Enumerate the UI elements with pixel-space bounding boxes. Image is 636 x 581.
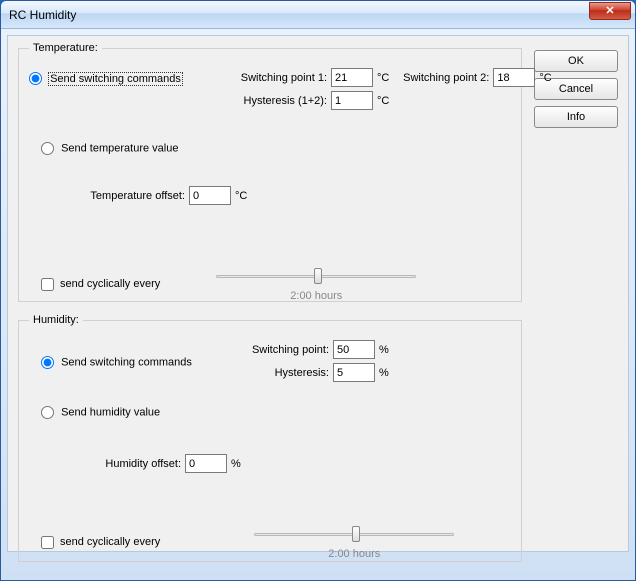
temp-hyst-input[interactable] xyxy=(331,91,373,110)
temperature-group: Temperature: Send switching commands Swi… xyxy=(18,42,522,302)
sp2-label: Switching point 2: xyxy=(399,72,489,84)
window-title: RC Humidity xyxy=(9,8,589,22)
hum-sp-input[interactable] xyxy=(333,340,375,359)
temperature-radio-value-label: Send temperature value xyxy=(61,143,178,155)
main-panel: Temperature: Send switching commands Swi… xyxy=(18,42,522,574)
hum-cyclic-checkbox[interactable] xyxy=(41,536,54,549)
temperature-legend: Temperature: xyxy=(29,42,102,54)
close-button[interactable]: ✕ xyxy=(589,2,631,20)
titlebar: RC Humidity ✕ xyxy=(1,1,635,29)
temperature-radio-switching[interactable] xyxy=(29,72,42,85)
humidity-group: Humidity: Switching point: % Hysteresis:… xyxy=(18,314,522,562)
temp-hyst-label: Hysteresis (1+2): xyxy=(237,95,327,107)
dialog-window: RC Humidity ✕ OK Cancel Info Temperature… xyxy=(0,0,636,581)
sp1-label: Switching point 1: xyxy=(237,72,327,84)
slider-thumb[interactable] xyxy=(314,268,322,284)
humidity-radio-switching[interactable] xyxy=(41,356,54,369)
temp-offset-label: Temperature offset: xyxy=(85,190,185,202)
client-area: OK Cancel Info Temperature: Send switchi… xyxy=(7,35,629,552)
hum-cyclic-slider[interactable] xyxy=(254,524,454,544)
temp-cyclic-label: send cyclically every xyxy=(60,278,160,290)
window-frame: OK Cancel Info Temperature: Send switchi… xyxy=(1,29,635,580)
hum-hyst-label: Hysteresis: xyxy=(247,367,329,379)
sp2-input[interactable] xyxy=(493,68,535,87)
slider-thumb[interactable] xyxy=(352,526,360,542)
hum-slider-value: 2:00 hours xyxy=(328,548,380,560)
sp1-input[interactable] xyxy=(331,68,373,87)
hum-offset-unit: % xyxy=(231,458,241,470)
temp-cyclic-checkbox[interactable] xyxy=(41,278,54,291)
temp-slider-value: 2:00 hours xyxy=(290,290,342,302)
hum-hyst-input[interactable] xyxy=(333,363,375,382)
humidity-radio-value-label: Send humidity value xyxy=(61,407,160,419)
temperature-radio-switching-label: Send switching commands xyxy=(49,73,182,85)
humidity-radio-switching-label: Send switching commands xyxy=(61,357,192,369)
humidity-legend: Humidity: xyxy=(29,314,83,326)
hum-hyst-unit: % xyxy=(379,367,389,379)
humidity-radio-value[interactable] xyxy=(41,406,54,419)
hum-sp-unit: % xyxy=(379,344,389,356)
hum-cyclic-label: send cyclically every xyxy=(60,536,160,548)
sp2-unit: °C xyxy=(539,72,551,84)
temp-hyst-unit: °C xyxy=(377,95,389,107)
temp-offset-input[interactable] xyxy=(189,186,231,205)
hum-offset-label: Humidity offset: xyxy=(99,458,181,470)
hum-offset-input[interactable] xyxy=(185,454,227,473)
close-icon: ✕ xyxy=(605,4,614,17)
hum-sp-label: Switching point: xyxy=(247,344,329,356)
temp-offset-unit: °C xyxy=(235,190,247,202)
temperature-radio-value[interactable] xyxy=(41,142,54,155)
sp1-unit: °C xyxy=(377,72,389,84)
temp-cyclic-slider[interactable] xyxy=(216,266,416,286)
